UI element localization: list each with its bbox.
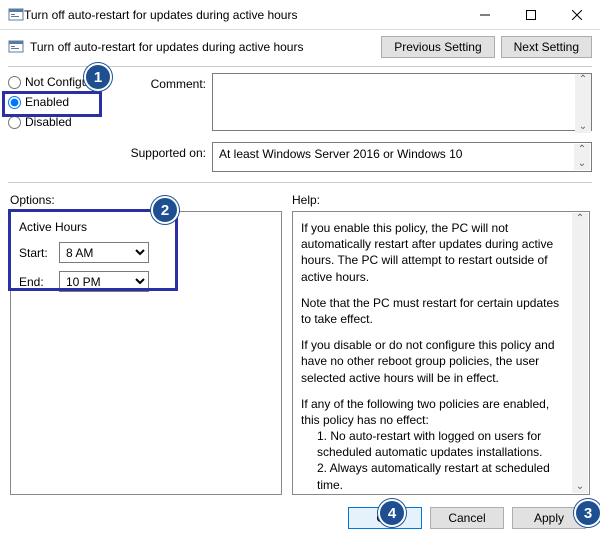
state-radio-group: Not Configured Enabled Disabled <box>8 73 118 176</box>
maximize-button[interactable] <box>508 0 554 30</box>
policy-icon <box>8 39 24 55</box>
config-area: Not Configured Enabled Disabled Comment:… <box>0 69 600 180</box>
policy-name: Turn off auto-restart for updates during… <box>30 40 303 54</box>
window-title: Turn off auto-restart for updates during… <box>24 8 462 22</box>
scrollbar[interactable]: ⌃⌄ <box>574 144 590 170</box>
divider <box>8 182 592 183</box>
help-paragraph: 1. No auto-restart with logged on users … <box>301 428 567 460</box>
previous-setting-button[interactable]: Previous Setting <box>381 36 494 58</box>
radio-enabled-label: Enabled <box>25 95 69 109</box>
title-bar: Turn off auto-restart for updates during… <box>0 0 600 30</box>
supported-on-text: At least Windows Server 2016 or Windows … <box>212 142 592 172</box>
subheader: Turn off auto-restart for updates during… <box>0 30 600 64</box>
radio-not-configured-input[interactable] <box>8 76 21 89</box>
policy-icon <box>8 7 24 23</box>
radio-enabled-input[interactable] <box>8 96 21 109</box>
next-setting-button[interactable]: Next Setting <box>501 36 592 58</box>
radio-not-configured[interactable]: Not Configured <box>8 75 118 89</box>
minimize-button[interactable] <box>462 0 508 30</box>
dialog-footer: OK Cancel Apply 3 4 <box>0 495 600 529</box>
start-label: Start: <box>19 246 53 260</box>
radio-disabled-input[interactable] <box>8 116 21 129</box>
help-paragraph: If you enable this policy, the PC will n… <box>301 220 567 285</box>
options-pane: Active Hours Start: 8 AM End: 10 PM 2 <box>10 211 282 495</box>
pane-labels: Options: Help: <box>0 185 600 211</box>
help-paragraph: If you disable or do not configure this … <box>301 337 567 386</box>
panes: Active Hours Start: 8 AM End: 10 PM 2 If… <box>0 211 600 495</box>
comment-input[interactable] <box>212 73 592 131</box>
radio-disabled-label: Disabled <box>25 115 72 129</box>
start-select[interactable]: 8 AM <box>59 242 149 263</box>
divider <box>8 66 592 67</box>
end-select[interactable]: 10 PM <box>59 271 149 292</box>
comment-label: Comment: <box>126 73 206 91</box>
help-paragraph: Note that the PC must restart for certai… <box>301 295 567 327</box>
help-paragraph: If any of the following two policies are… <box>301 396 567 428</box>
scrollbar[interactable]: ⌃⌄ <box>575 74 591 133</box>
supported-label: Supported on: <box>126 142 206 160</box>
supported-on-value: At least Windows Server 2016 or Windows … <box>219 147 462 161</box>
help-paragraph: 2. Always automatically restart at sched… <box>301 460 567 492</box>
ok-button[interactable]: OK <box>348 507 422 529</box>
close-button[interactable] <box>554 0 600 30</box>
apply-button[interactable]: Apply <box>512 507 586 529</box>
end-label: End: <box>19 275 53 289</box>
radio-not-configured-label: Not Configured <box>25 75 106 89</box>
help-label: Help: <box>292 193 320 207</box>
active-hours-title: Active Hours <box>19 220 273 234</box>
help-pane: If you enable this policy, the PC will n… <box>292 211 590 495</box>
scrollbar[interactable]: ⌃⌄ <box>572 213 588 493</box>
radio-enabled[interactable]: Enabled <box>8 95 118 109</box>
options-label: Options: <box>10 193 292 207</box>
cancel-button[interactable]: Cancel <box>430 507 504 529</box>
radio-disabled[interactable]: Disabled <box>8 115 118 129</box>
